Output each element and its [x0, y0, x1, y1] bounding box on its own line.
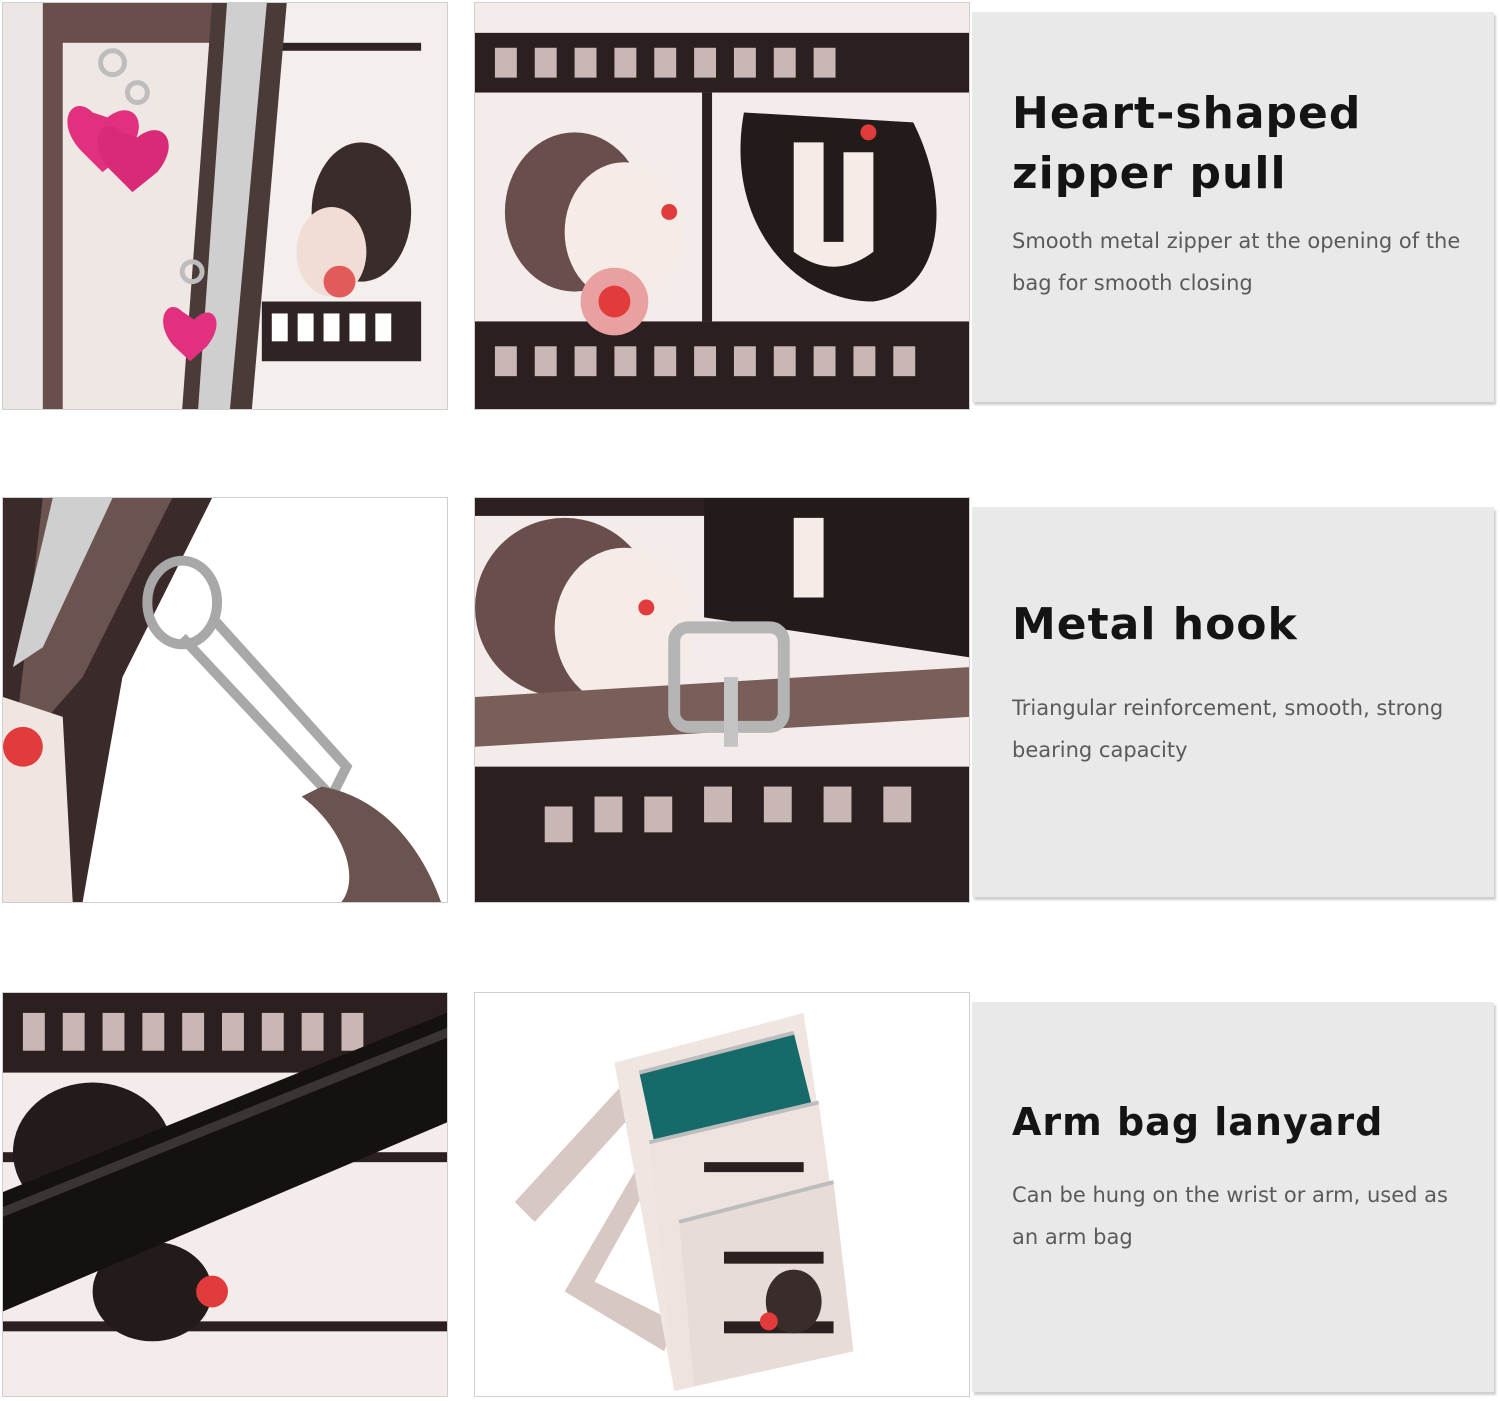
feature-title: Arm bag lanyard [1012, 1100, 1384, 1144]
photo-crossbody-bag [474, 992, 970, 1397]
feature-card-zipper: Heart-shaped zipper pull Smooth metal zi… [972, 12, 1494, 402]
feature-row-hook: Metal hook Triangular reinforcement, smo… [0, 497, 1500, 903]
feature-title: Heart-shaped zipper pull [1012, 88, 1362, 199]
feature-card-hook: Metal hook Triangular reinforcement, smo… [972, 507, 1494, 897]
photo-elastic-band [2, 992, 448, 1397]
feature-description: Can be hung on the wrist or arm, used as… [1012, 1183, 1448, 1249]
feature-row-lanyard: Arm bag lanyard Can be hung on the wrist… [0, 992, 1500, 1397]
photo-heart-zipper-pulls [2, 2, 448, 410]
photo-metal-buckle [474, 497, 970, 903]
feature-row-zipper: Heart-shaped zipper pull Smooth metal zi… [0, 2, 1500, 410]
feature-title: Metal hook [1012, 599, 1298, 650]
feature-card-lanyard: Arm bag lanyard Can be hung on the wrist… [972, 1002, 1494, 1392]
feature-description: Triangular reinforcement, smooth, strong… [1012, 696, 1444, 762]
photo-metal-lobster-clasp [2, 497, 448, 903]
photo-film-fabric [474, 2, 970, 410]
feature-description: Smooth metal zipper at the opening of th… [1012, 229, 1461, 295]
